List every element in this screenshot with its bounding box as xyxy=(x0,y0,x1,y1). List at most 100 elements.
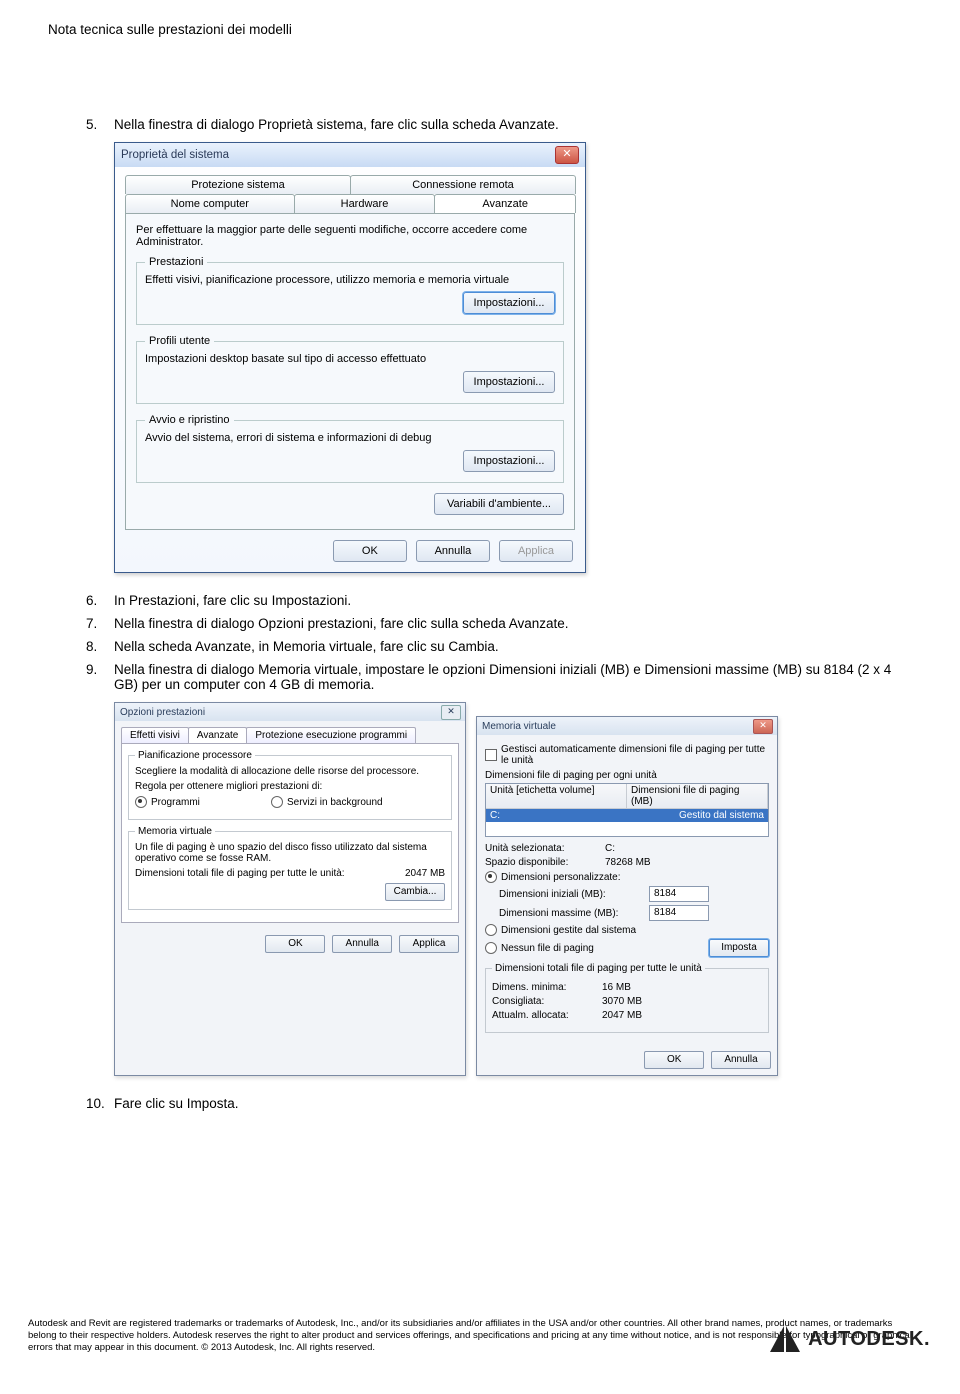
space-available-label: Spazio disponibile: xyxy=(485,857,605,868)
selected-drive-value: C: xyxy=(605,843,615,854)
close-icon[interactable]: ✕ xyxy=(441,705,461,720)
dialog-title: Memoria virtuale xyxy=(482,721,556,732)
system-properties-dialog: Proprietà del sistema ✕ Protezione siste… xyxy=(114,142,586,573)
min-value: 16 MB xyxy=(602,982,631,993)
radio-label: Nessun file di paging xyxy=(501,943,705,954)
dialog-titlebar[interactable]: Opzioni prestazioni ✕ xyxy=(115,703,465,721)
avvio-ripristino-group: Avvio e ripristino Avvio del sistema, er… xyxy=(136,414,564,483)
list-header: Dimensioni file di paging (MB) xyxy=(627,784,768,808)
step-number: 6. xyxy=(86,593,114,608)
radio-custom-size[interactable] xyxy=(485,871,497,883)
profili-utente-group: Profili utente Impostazioni desktop basa… xyxy=(136,335,564,404)
group-description: Avvio del sistema, errori di sistema e i… xyxy=(145,432,555,444)
change-button[interactable]: Cambia... xyxy=(385,883,445,901)
per-drive-label: Dimensioni file di paging per ogni unità xyxy=(485,770,769,781)
group-text: Scegliere la modalità di allocazione del… xyxy=(135,766,445,777)
group-description: Impostazioni desktop basate sul tipo di … xyxy=(145,353,555,365)
autodesk-logo-icon xyxy=(770,1326,800,1352)
auto-manage-label: Gestisci automaticamente dimensioni file… xyxy=(501,744,769,766)
profili-settings-button[interactable]: Impostazioni... xyxy=(463,371,555,393)
ok-button[interactable]: OK xyxy=(644,1051,704,1069)
processor-scheduling-group: Pianificazione processore Scegliere la m… xyxy=(128,750,452,820)
admin-note: Per effettuare la maggior parte delle se… xyxy=(136,224,564,248)
tab-hardware[interactable]: Hardware xyxy=(294,194,436,213)
recommended-label: Consigliata: xyxy=(492,996,602,1007)
allocated-label: Attualm. allocata: xyxy=(492,1010,602,1021)
performance-options-dialog: Opzioni prestazioni ✕ Effetti visivi Ava… xyxy=(114,702,466,1076)
recommended-value: 3070 MB xyxy=(602,996,642,1007)
group-text: Regola per ottenere migliori prestazioni… xyxy=(135,781,445,792)
group-legend: Prestazioni xyxy=(145,256,207,268)
step-text: Nella scheda Avanzate, in Memoria virtua… xyxy=(114,639,912,654)
group-text: Un file di paging è uno spazio del disco… xyxy=(135,842,445,864)
drive-list[interactable]: Unità [etichetta volume] Dimensioni file… xyxy=(485,783,769,837)
allocated-value: 2047 MB xyxy=(602,1010,642,1021)
dialog-titlebar[interactable]: Proprietà del sistema ✕ xyxy=(115,143,585,167)
radio-background-services[interactable] xyxy=(271,796,283,808)
space-available-value: 78268 MB xyxy=(605,857,651,868)
group-legend: Avvio e ripristino xyxy=(145,414,234,426)
radio-label: Dimensioni gestite dal sistema xyxy=(501,925,636,936)
step-text: Nella finestra di dialogo Memoria virtua… xyxy=(114,662,912,692)
environment-variables-button[interactable]: Variabili d'ambiente... xyxy=(434,493,564,515)
list-row[interactable]: C: Gestito dal sistema xyxy=(486,809,768,822)
tab-protezione-sistema[interactable]: Protezione sistema xyxy=(125,175,351,194)
apply-button[interactable]: Applica xyxy=(399,935,459,953)
dialog-title: Opzioni prestazioni xyxy=(120,707,205,718)
radio-system-managed[interactable] xyxy=(485,924,497,936)
prestazioni-group: Prestazioni Effetti visivi, pianificazio… xyxy=(136,256,564,325)
autodesk-logo: AUTODESK. xyxy=(770,1326,930,1352)
auto-manage-checkbox[interactable] xyxy=(485,749,497,761)
cancel-button[interactable]: Annulla xyxy=(711,1051,771,1069)
radio-label: Programmi xyxy=(151,797,271,808)
paging-total-label: Dimensioni totali file di paging per tut… xyxy=(135,868,405,879)
step-number: 5. xyxy=(86,117,114,132)
maximum-size-label: Dimensioni massime (MB): xyxy=(485,908,649,919)
radio-label: Servizi in background xyxy=(287,797,383,808)
maximum-size-input[interactable]: 8184 xyxy=(649,905,709,921)
tab-connessione-remota[interactable]: Connessione remota xyxy=(350,175,576,194)
radio-label: Dimensioni personalizzate: xyxy=(501,872,621,883)
initial-size-label: Dimensioni iniziali (MB): xyxy=(485,889,649,900)
close-icon[interactable]: ✕ xyxy=(753,719,773,734)
prestazioni-settings-button[interactable]: Impostazioni... xyxy=(463,292,555,314)
dialog-title: Proprietà del sistema xyxy=(121,149,229,161)
group-description: Effetti visivi, pianificazione processor… xyxy=(145,274,555,286)
group-legend: Memoria virtuale xyxy=(135,826,215,837)
drive-cell: C: xyxy=(486,809,627,822)
cancel-button[interactable]: Annulla xyxy=(332,935,392,953)
paging-total-value: 2047 MB xyxy=(405,868,445,879)
virtual-memory-group: Memoria virtuale Un file di paging è uno… xyxy=(128,826,452,910)
dialog-titlebar[interactable]: Memoria virtuale ✕ xyxy=(477,717,777,735)
group-legend: Pianificazione processore xyxy=(135,750,255,761)
initial-size-input[interactable]: 8184 xyxy=(649,886,709,902)
step-text: Fare clic su Imposta. xyxy=(114,1096,912,1111)
ok-button[interactable]: OK xyxy=(333,540,407,562)
tab-effetti-visivi[interactable]: Effetti visivi xyxy=(121,727,189,743)
selected-drive-label: Unità selezionata: xyxy=(485,843,605,854)
tab-nome-computer[interactable]: Nome computer xyxy=(125,194,295,213)
ok-button[interactable]: OK xyxy=(265,935,325,953)
tab-avanzate[interactable]: Avanzate xyxy=(434,194,576,213)
step-number: 9. xyxy=(86,662,114,692)
step-number: 10. xyxy=(86,1096,114,1111)
virtual-memory-dialog: Memoria virtuale ✕ Gestisci automaticame… xyxy=(476,716,778,1076)
radio-no-paging[interactable] xyxy=(485,942,497,954)
page-header: Nota tecnica sulle prestazioni dei model… xyxy=(48,22,912,37)
group-legend: Dimensioni totali file di paging per tut… xyxy=(492,963,705,974)
cancel-button[interactable]: Annulla xyxy=(416,540,490,562)
step-number: 8. xyxy=(86,639,114,654)
step-text: Nella finestra di dialogo Opzioni presta… xyxy=(114,616,912,631)
set-button[interactable]: Imposta xyxy=(709,939,769,957)
totals-group: Dimensioni totali file di paging per tut… xyxy=(485,963,769,1033)
list-header: Unità [etichetta volume] xyxy=(486,784,627,808)
radio-programs[interactable] xyxy=(135,796,147,808)
step-number: 7. xyxy=(86,616,114,631)
tab-dep[interactable]: Protezione esecuzione programmi xyxy=(246,727,416,743)
close-icon[interactable]: ✕ xyxy=(555,146,579,164)
tab-avanzate[interactable]: Avanzate xyxy=(188,727,248,743)
apply-button[interactable]: Applica xyxy=(499,540,573,562)
avvio-settings-button[interactable]: Impostazioni... xyxy=(463,450,555,472)
autodesk-logo-text: AUTODESK. xyxy=(808,1328,930,1351)
step-text: Nella finestra di dialogo Proprietà sist… xyxy=(114,117,912,132)
